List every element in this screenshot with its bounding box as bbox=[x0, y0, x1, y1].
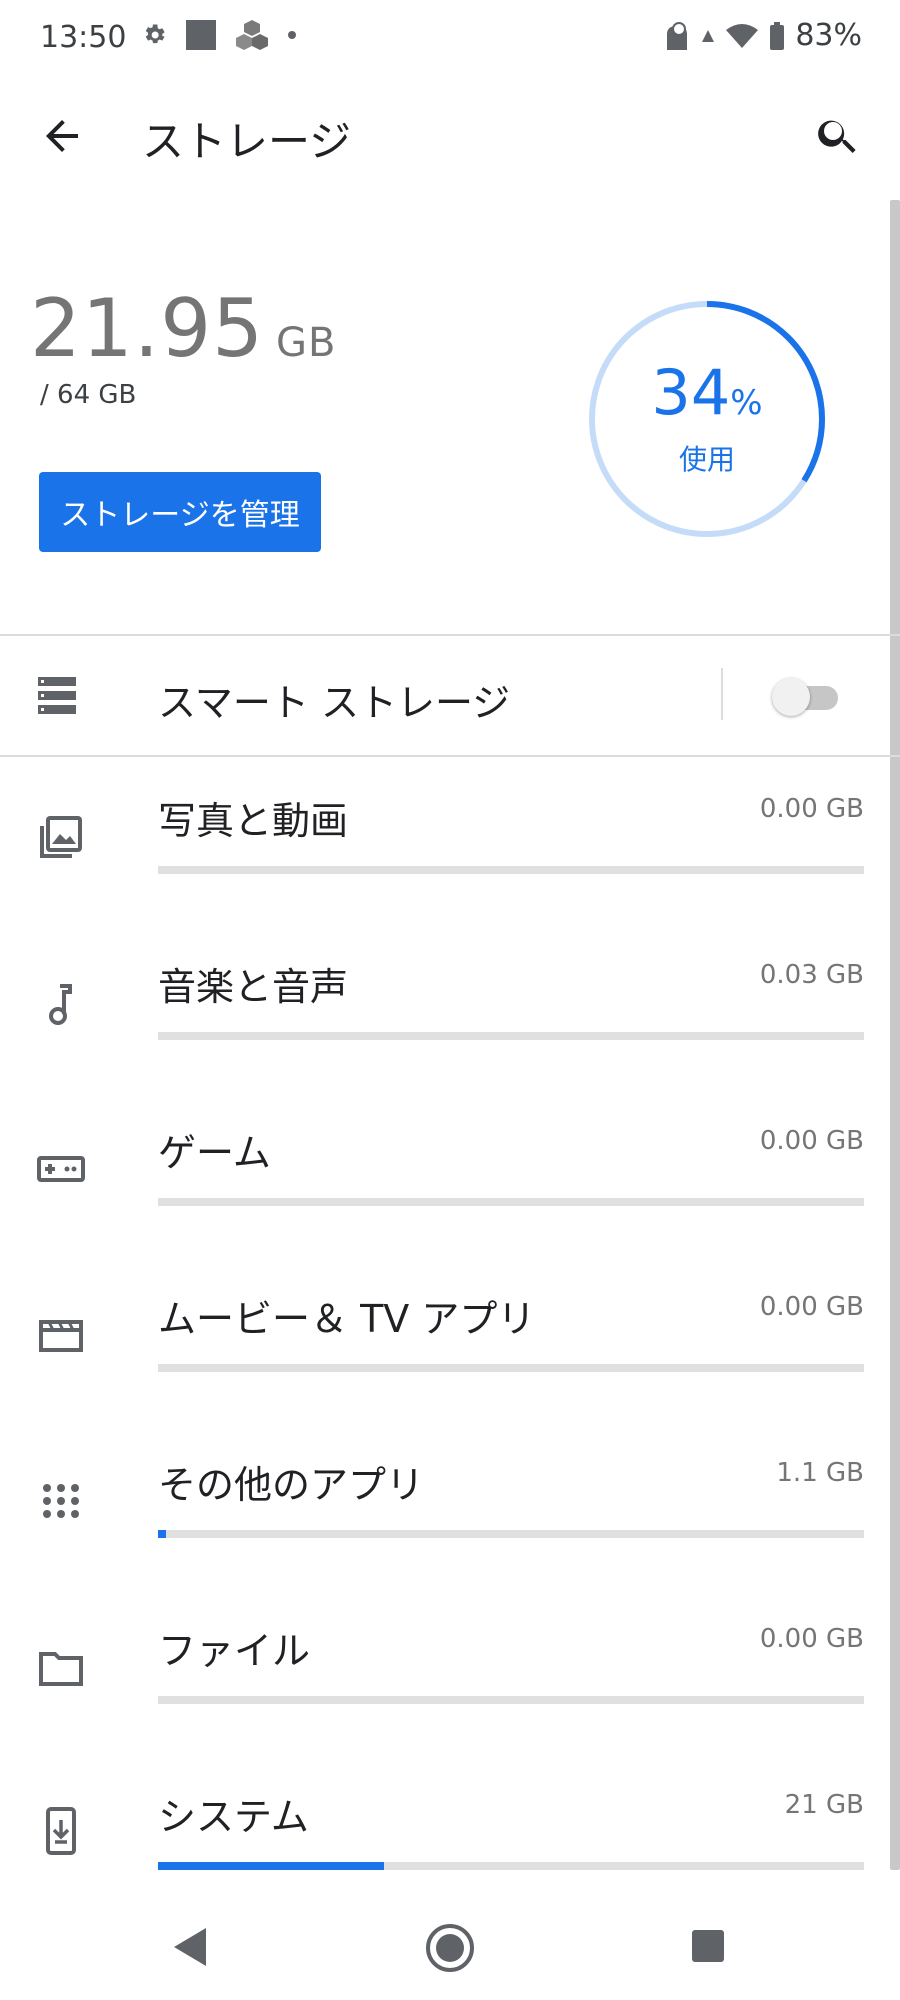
gamepad-icon bbox=[37, 1156, 85, 1182]
category-label: その他のアプリ bbox=[158, 1463, 425, 1507]
cubes-notification-icon bbox=[236, 20, 268, 50]
nav-recent-apps-icon[interactable] bbox=[690, 1928, 726, 1964]
category-usage-bar bbox=[158, 1696, 864, 1704]
category-row-music[interactable]: 音楽と音声 0.03 GB bbox=[0, 956, 880, 1122]
category-usage-fill bbox=[158, 1862, 384, 1870]
toggle-knob bbox=[772, 678, 810, 716]
category-usage-bar bbox=[158, 866, 864, 874]
category-size: 1.1 GB bbox=[776, 1458, 864, 1488]
category-size: 0.00 GB bbox=[759, 1292, 864, 1322]
search-icon[interactable] bbox=[814, 112, 862, 160]
smart-storage-label[interactable]: スマート ストレージ bbox=[158, 672, 510, 727]
vertical-separator bbox=[721, 668, 723, 720]
category-label: ゲーム bbox=[158, 1131, 271, 1175]
category-usage-bar bbox=[158, 1032, 864, 1040]
dot-notification-icon bbox=[288, 31, 296, 39]
square-notification-icon bbox=[186, 20, 216, 50]
divider bbox=[0, 634, 900, 636]
category-size: 0.03 GB bbox=[759, 960, 864, 990]
folder-icon bbox=[39, 1652, 83, 1686]
category-usage-fill bbox=[158, 1530, 166, 1538]
category-size: 0.00 GB bbox=[759, 1624, 864, 1654]
signal-icon bbox=[702, 29, 715, 42]
wifi-icon bbox=[726, 23, 759, 48]
category-row-movies-tv[interactable]: ムービー＆ TV アプリ 0.00 GB bbox=[0, 1288, 880, 1454]
category-usage-bar bbox=[158, 1198, 864, 1206]
movie-clapper-icon bbox=[39, 1320, 83, 1352]
nav-back-icon[interactable] bbox=[170, 1924, 210, 1970]
status-right: 83% bbox=[663, 18, 862, 53]
nav-home-icon[interactable] bbox=[424, 1922, 476, 1974]
category-label: 写真と動画 bbox=[158, 799, 349, 843]
battery-icon bbox=[770, 21, 785, 50]
used-value: 21.95 bbox=[30, 282, 265, 375]
status-notification-icons bbox=[140, 18, 298, 52]
alarm-assist-icon bbox=[667, 21, 688, 50]
category-usage-bar bbox=[158, 1530, 864, 1538]
usage-percent-block: 34% 使用 bbox=[582, 360, 832, 478]
page-title: ストレージ bbox=[142, 117, 352, 166]
usage-percent: 34% bbox=[582, 360, 832, 436]
back-arrow-icon[interactable] bbox=[38, 112, 86, 160]
category-usage-bar bbox=[158, 1862, 864, 1870]
system-update-icon bbox=[46, 1807, 76, 1855]
category-label: 音楽と音声 bbox=[158, 965, 349, 1009]
category-row-other-apps[interactable]: その他のアプリ 1.1 GB bbox=[0, 1454, 880, 1620]
apps-grid-icon bbox=[43, 1484, 79, 1518]
divider bbox=[0, 755, 900, 757]
photo-icon bbox=[40, 816, 82, 858]
manage-storage-button[interactable]: ストレージを管理 bbox=[39, 472, 321, 552]
music-note-icon bbox=[49, 984, 72, 1025]
category-row-files[interactable]: ファイル 0.00 GB bbox=[0, 1620, 880, 1786]
usage-percent-value: 34 bbox=[651, 356, 731, 429]
category-row-photos[interactable]: 写真と動画 0.00 GB bbox=[0, 790, 880, 956]
category-label: システム bbox=[158, 1795, 309, 1839]
category-label: ムービー＆ TV アプリ bbox=[158, 1297, 536, 1341]
category-row-games[interactable]: ゲーム 0.00 GB bbox=[0, 1122, 880, 1288]
settings-gear-icon bbox=[145, 24, 165, 44]
usage-percent-label: 使用 bbox=[678, 443, 735, 476]
usage-percent-sign: % bbox=[730, 383, 763, 423]
total-storage: / 64 GB bbox=[40, 380, 137, 410]
battery-percent: 83% bbox=[795, 18, 862, 53]
smart-storage-toggle[interactable] bbox=[772, 676, 844, 716]
category-size: 0.00 GB bbox=[759, 794, 864, 824]
used-unit: GB bbox=[276, 320, 337, 366]
scrollbar[interactable] bbox=[890, 200, 900, 1870]
category-label: ファイル bbox=[158, 1629, 311, 1673]
used-storage: 21.95 GB bbox=[30, 282, 336, 375]
category-size: 21 GB bbox=[784, 1790, 864, 1820]
category-size: 0.00 GB bbox=[759, 1126, 864, 1156]
category-usage-bar bbox=[158, 1364, 864, 1372]
status-time: 13:50 bbox=[40, 20, 127, 55]
storage-list-icon bbox=[38, 677, 76, 714]
